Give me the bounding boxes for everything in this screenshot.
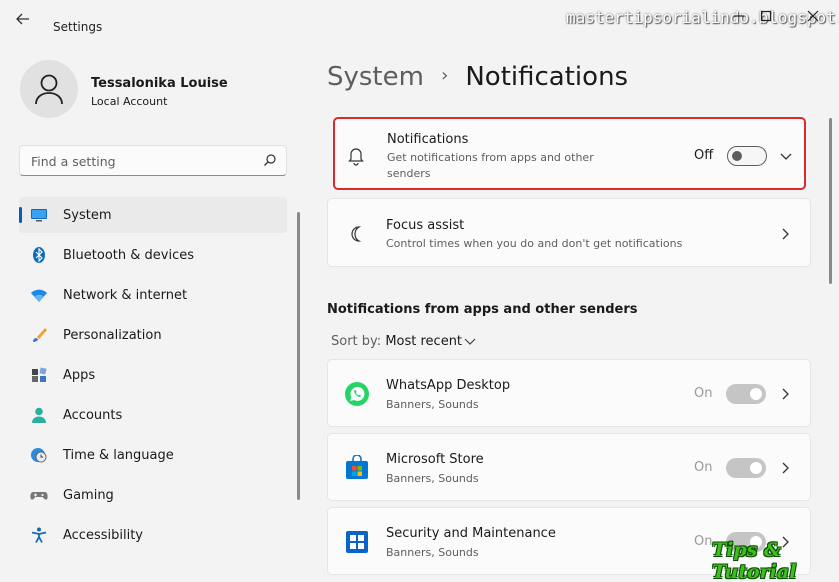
sidebar-item-apps[interactable]: Apps [19,357,287,393]
sidebar-item-label: Accessibility [63,528,143,543]
page-title: Notifications [465,62,629,92]
sidebar-item-accounts[interactable]: Accounts [19,397,287,433]
sidebar-item-label: System [63,208,112,223]
accessibility-icon [31,527,47,543]
section-title: Notifications from apps and other sender… [327,302,638,317]
back-arrow-icon [16,13,29,25]
notifications-toggle[interactable] [727,146,767,166]
search-placeholder: Find a setting [31,154,116,169]
app-row-microsoft-store[interactable]: Microsoft Store Banners, Sounds On [327,433,811,501]
chevron-down-icon[interactable] [779,152,793,162]
sidebar-item-personalization[interactable]: Personalization [19,317,287,353]
whatsapp-icon [345,382,369,406]
avatar[interactable] [20,60,78,118]
chevron-right-icon [782,228,789,240]
breadcrumb-parent[interactable]: System [327,62,424,92]
app-state-label: On [694,460,713,475]
sort-label: Sort by: [331,334,382,349]
close-button[interactable] [804,9,822,27]
gamepad-icon [30,492,48,500]
store-icon [346,455,368,479]
wifi-icon [31,289,47,302]
chevron-right-icon [782,388,789,400]
app-name: Security and Maintenance [386,526,556,541]
sidebar-item-label: Apps [63,368,96,383]
focus-assist-subtitle: Control times when you do and don't get … [386,237,683,250]
tips-tutorial-badge: Tips & Tutorial [712,539,797,582]
notifications-subtitle-line2: senders [387,167,431,180]
content-scrollbar[interactable] [829,118,832,284]
notifications-card[interactable]: Notifications Get notifications from app… [333,117,806,190]
app-detail: Banners, Sounds [386,472,479,485]
sidebar-item-network[interactable]: Network & internet [19,277,287,313]
bluetooth-icon [33,247,45,263]
notifications-title: Notifications [387,132,469,147]
bell-icon [348,148,364,166]
app-detail: Banners, Sounds [386,398,479,411]
minimize-icon [734,15,744,17]
app-toggle[interactable] [726,458,766,478]
back-button[interactable] [16,12,36,28]
sidebar-item-label: Network & internet [63,288,188,303]
app-row-whatsapp[interactable]: WhatsApp Desktop Banners, Sounds On [327,359,811,427]
security-icon [346,531,368,553]
focus-assist-title: Focus assist [386,218,465,233]
app-detail: Banners, Sounds [386,546,479,559]
breadcrumb-separator: › [441,65,449,86]
focus-assist-card[interactable]: Focus assist Control times when you do a… [327,198,811,267]
account-type: Local Account [91,95,168,108]
search-icon [264,154,276,166]
app-name: WhatsApp Desktop [386,378,511,393]
sidebar-item-time-language[interactable]: Time & language [19,437,287,473]
brush-icon [33,328,47,342]
sort-value: Most recent [385,334,463,349]
maximize-icon [760,10,772,22]
sidebar-item-label: Gaming [63,488,114,503]
chevron-down-icon [464,338,476,345]
app-state-label: On [694,386,713,401]
watermark-text: mastertipsorialindo.blogspot.com [566,8,839,27]
app-state-label: On [694,534,713,549]
maximize-button[interactable] [757,9,775,27]
app-title: Settings [53,20,103,34]
sidebar-item-label: Accounts [63,408,123,423]
person-icon [35,74,63,105]
notifications-subtitle-line1: Get notifications from apps and other [387,151,594,164]
search-input[interactable]: Find a setting [19,145,287,176]
clock-globe-icon [31,448,47,463]
sidebar-item-label: Time & language [63,448,174,463]
title-bar: Settings mastertipsorialindo.blogspot.co… [0,0,839,38]
sidebar-item-label: Bluetooth & devices [63,248,194,263]
apps-icon [32,367,47,382]
sidebar-item-label: Personalization [63,328,162,343]
app-name: Microsoft Store [386,452,484,467]
breadcrumb: System › Notifications [327,62,628,96]
sidebar-item-system[interactable]: System [19,197,287,233]
chevron-right-icon [782,462,789,474]
sort-dropdown[interactable]: Sort by: Most recent [331,334,476,349]
system-icon [31,209,47,222]
sidebar-item-bluetooth[interactable]: Bluetooth & devices [19,237,287,273]
minimize-button[interactable] [730,9,748,27]
sidebar-nav: System Bluetooth & devices Network & int… [19,197,287,557]
sidebar-item-gaming[interactable]: Gaming [19,477,287,513]
app-toggle[interactable] [726,384,766,404]
user-name: Tessalonika Louise [91,76,228,91]
notifications-state-label: Off [694,148,714,163]
moon-icon [351,226,362,242]
sidebar-item-accessibility[interactable]: Accessibility [19,517,287,553]
settings-window: Settings mastertipsorialindo.blogspot.co… [0,0,839,582]
close-icon [807,10,819,22]
sidebar-scrollbar[interactable] [297,212,300,500]
accounts-icon [32,407,46,423]
